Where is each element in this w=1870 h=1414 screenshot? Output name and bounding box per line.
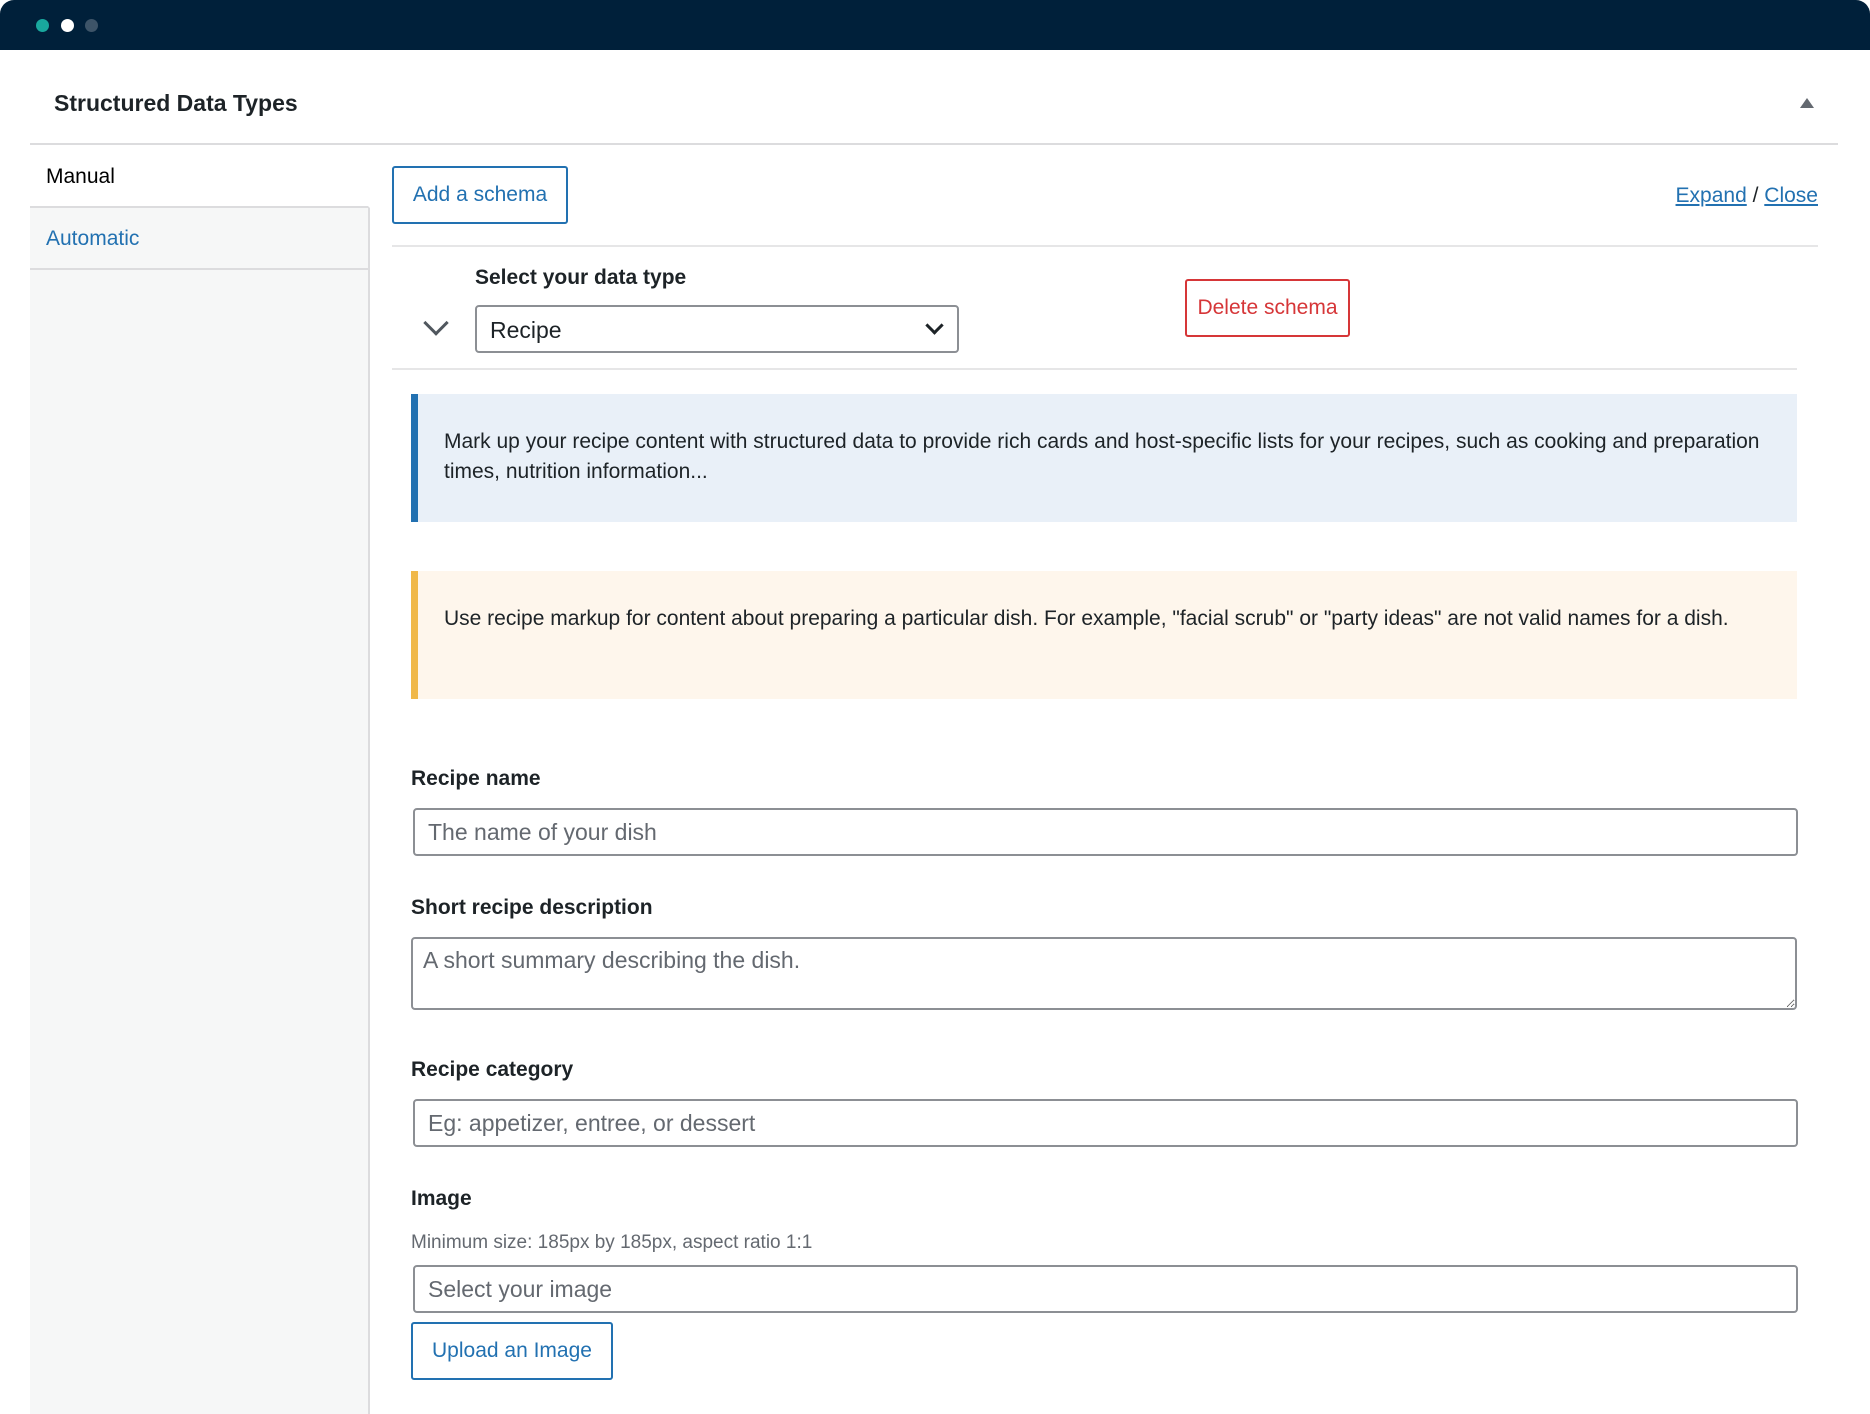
warning-notice: Use recipe markup for content about prep…: [411, 571, 1797, 699]
description-textarea[interactable]: [411, 937, 1797, 1010]
data-type-selected-value: Recipe: [490, 317, 562, 343]
recipe-name-input[interactable]: [413, 808, 1798, 856]
add-schema-button[interactable]: Add a schema: [392, 166, 568, 224]
chevron-down-icon[interactable]: [423, 310, 449, 336]
upload-image-button[interactable]: Upload an Image: [411, 1322, 613, 1380]
sidebar: Manual Automatic: [30, 146, 370, 1414]
window-control-maximize[interactable]: [85, 19, 98, 32]
recipe-category-label: Recipe category: [411, 1058, 574, 1081]
delete-schema-button[interactable]: Delete schema: [1185, 279, 1350, 337]
links-separator: /: [1752, 184, 1759, 207]
divider: [392, 368, 1797, 370]
window-titlebar: [0, 0, 1870, 50]
panel-header: Structured Data Types: [30, 50, 1838, 145]
image-input[interactable]: [413, 1265, 1798, 1313]
panel-title: Structured Data Types: [54, 90, 298, 116]
select-chevron-down-icon: [925, 316, 944, 335]
collapse-triangle-icon[interactable]: [1800, 98, 1814, 108]
data-type-select[interactable]: Recipe: [475, 305, 959, 353]
window-control-minimize[interactable]: [61, 19, 74, 32]
divider: [392, 245, 1818, 247]
window-control-close[interactable]: [36, 19, 49, 32]
recipe-category-input[interactable]: [413, 1099, 1798, 1147]
expand-close-links: Expand / Close: [1676, 184, 1818, 208]
info-notice: Mark up your recipe content with structu…: [411, 394, 1797, 522]
sidebar-item-automatic[interactable]: Automatic: [30, 208, 368, 270]
data-type-label: Select your data type: [475, 266, 687, 289]
recipe-name-label: Recipe name: [411, 767, 541, 790]
image-size-hint: Minimum size: 185px by 185px, aspect rat…: [411, 1232, 813, 1253]
image-label: Image: [411, 1187, 472, 1210]
sidebar-item-manual[interactable]: Manual: [30, 146, 370, 208]
expand-link[interactable]: Expand: [1676, 184, 1747, 207]
close-link[interactable]: Close: [1764, 184, 1818, 207]
main-content: Add a schema Expand / Close Select your …: [392, 146, 1818, 1414]
description-label: Short recipe description: [411, 896, 653, 919]
